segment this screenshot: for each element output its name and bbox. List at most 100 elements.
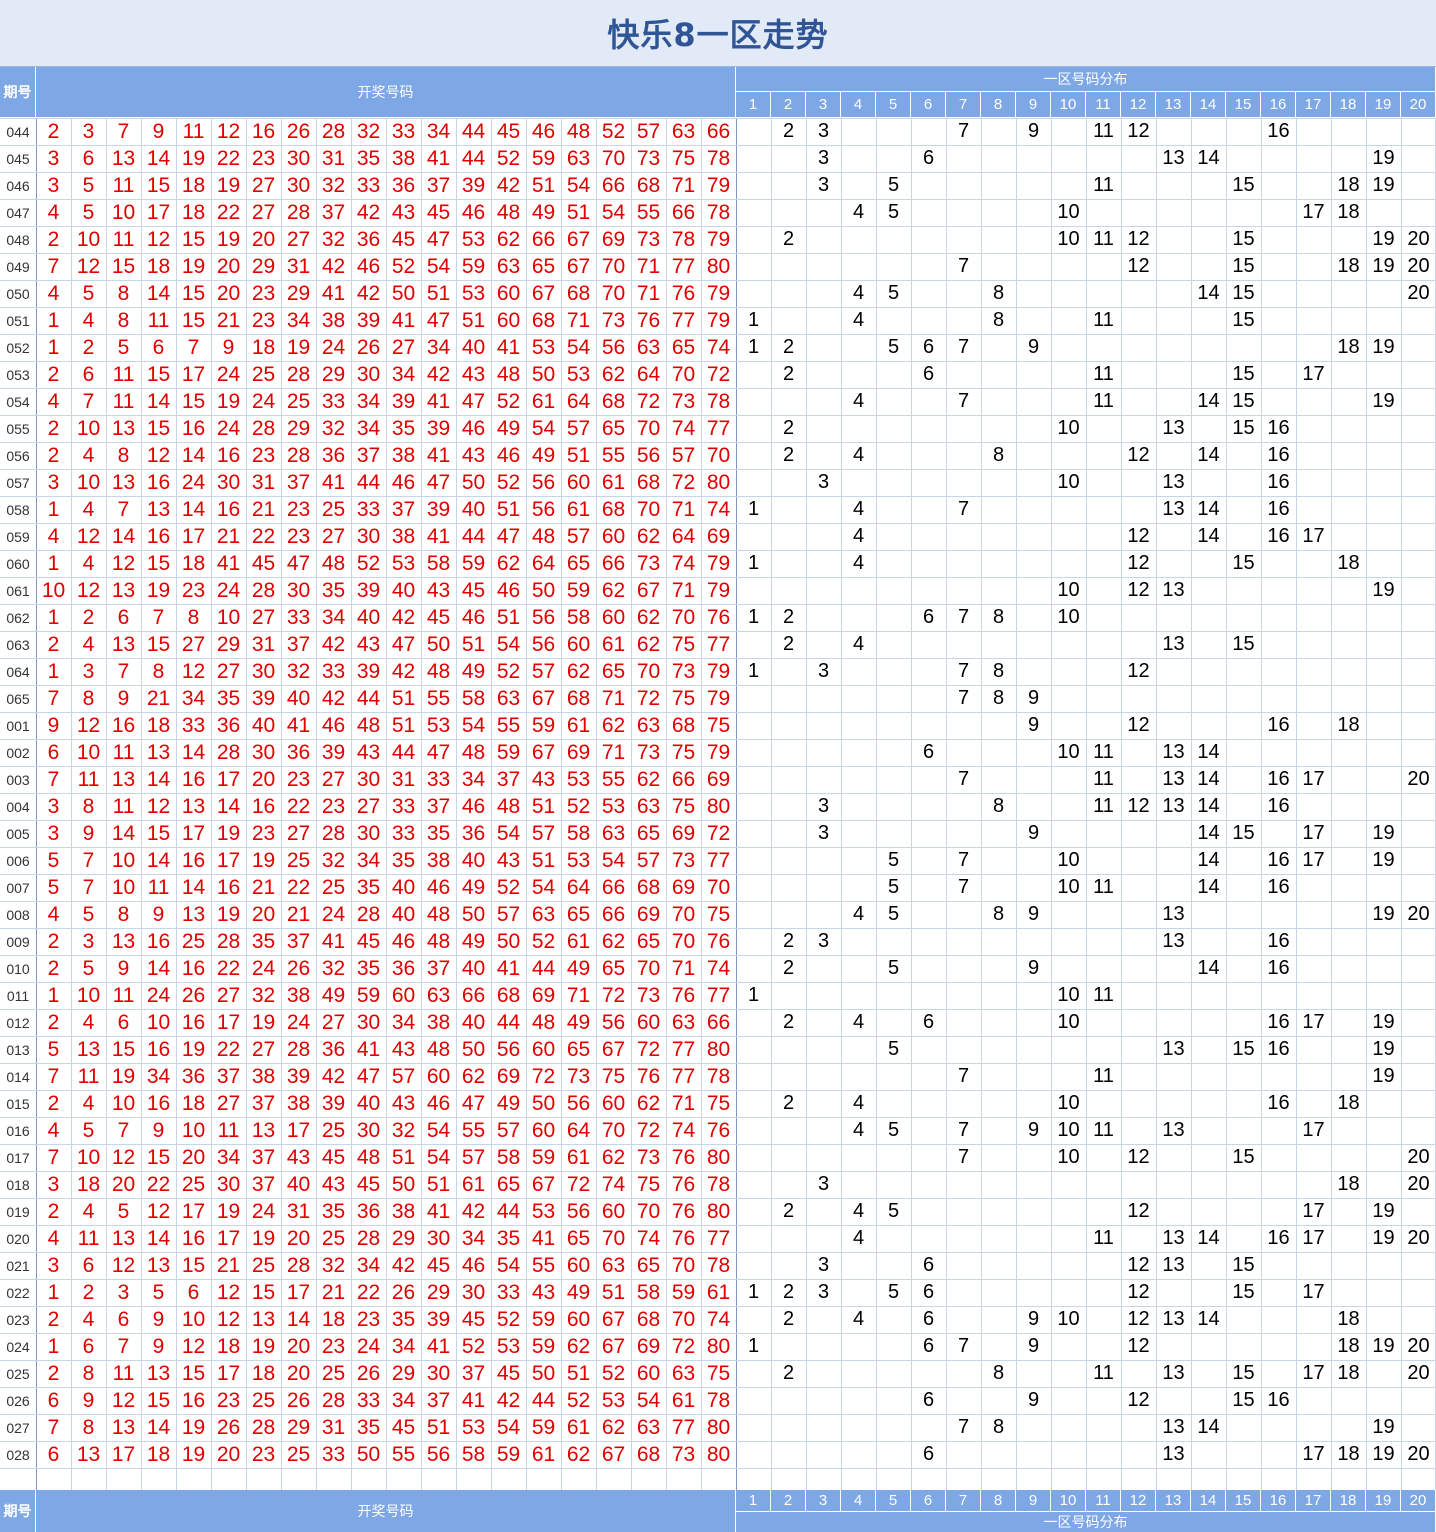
draw-number: 16 [111,713,136,737]
zone-hit-number: 3 [817,120,830,142]
draw-number: 73 [636,551,661,575]
draw-number: 48 [321,551,346,575]
draw-number: 67 [566,227,591,251]
zone-hit-number: 4 [852,1092,865,1114]
draw-number: 50 [531,1361,556,1385]
draw-number: 21 [216,308,241,332]
draw-number: 16 [216,497,241,521]
zone-hit-number: 4 [852,1200,865,1222]
draw-number: 3 [117,1280,130,1304]
draw-number: 73 [671,659,696,683]
zone-hit-number: 19 [1372,1011,1395,1033]
draw-number: 28 [251,1415,276,1439]
draw-number: 64 [566,389,591,413]
draw-number: 62 [566,1442,591,1466]
zone-hit-number: 20 [1407,228,1430,250]
draw-number: 10 [76,470,101,494]
draw-number: 29 [286,281,311,305]
footer-draw-label: 开奖号码 [357,1504,414,1520]
zone-hit-number: 19 [1372,1227,1395,1249]
draw-number: 55 [601,767,626,791]
zone-hit-number: 16 [1267,768,1290,790]
zone-hit-number: 12 [1127,525,1150,547]
zone-header-number: 18 [1331,92,1366,117]
draw-number: 36 [181,1064,206,1088]
draw-number: 17 [216,767,241,791]
header-period-label: 期号 [3,85,32,101]
zone-hit-number: 17 [1302,363,1325,385]
draw-number: 69 [566,740,591,764]
zone-header-number: 9 [1016,1490,1051,1511]
draw-number: 77 [706,416,731,440]
zone-header-number: 5 [876,92,911,117]
zone-hit-number: 16 [1267,795,1290,817]
draw-number: 56 [531,605,556,629]
zone-hit-number: 13 [1162,1038,1185,1060]
zone-hit-number: 19 [1372,255,1395,277]
draw-number: 79 [706,227,731,251]
zone-hit-number: 9 [1027,1335,1040,1357]
zone-hit-number: 10 [1057,1011,1080,1033]
draw-number: 57 [531,821,556,845]
zone-hit-number: 14 [1197,876,1220,898]
draw-number: 8 [82,1415,95,1439]
draw-number: 17 [216,1010,241,1034]
draw-number: 73 [671,389,696,413]
draw-number: 76 [671,1172,696,1196]
zone-hit-number: 7 [957,255,970,277]
draw-number: 30 [356,767,381,791]
draw-number: 15 [181,281,206,305]
draw-number: 26 [391,1280,416,1304]
draw-number: 41 [426,389,451,413]
period-cell: 016 [6,1122,30,1139]
draw-number: 11 [217,1118,240,1142]
period-cell: 064 [6,663,30,680]
draw-number: 39 [461,173,486,197]
draw-number: 52 [566,1388,591,1412]
draw-number: 33 [391,821,416,845]
draw-number: 7 [47,1145,60,1169]
draw-number: 6 [82,362,95,386]
zone-header-number: 6 [911,92,946,117]
draw-number: 42 [496,1388,521,1412]
zone-hit-number: 7 [957,687,970,709]
draw-number: 73 [671,848,696,872]
draw-number: 54 [426,1145,451,1169]
draw-number: 68 [636,1307,661,1331]
draw-number: 7 [117,1118,130,1142]
draw-number: 62 [601,713,626,737]
draw-number: 15 [146,1388,171,1412]
period-cell: 004 [6,798,30,815]
draw-number: 60 [601,1091,626,1115]
draw-number: 12 [76,254,101,278]
zone-hit-number: 4 [852,903,865,925]
draw-number: 37 [426,1388,451,1412]
draw-number: 4 [47,524,60,548]
period-cell: 028 [6,1446,30,1463]
draw-number: 53 [426,713,451,737]
draw-number: 54 [531,416,556,440]
draw-number: 6 [117,1307,130,1331]
draw-number: 24 [146,983,171,1007]
draw-number: 27 [216,1091,241,1115]
draw-number: 69 [531,983,556,1007]
draw-number: 28 [286,362,311,386]
draw-number: 39 [356,659,381,683]
draw-number: 46 [496,443,521,467]
zone-hit-number: 4 [852,309,865,331]
zone-hit-number: 11 [1093,1065,1114,1087]
draw-number: 45 [426,605,451,629]
draw-number: 46 [426,1091,451,1115]
draw-number: 3 [82,119,95,143]
draw-number: 43 [391,1091,416,1115]
draw-number: 40 [461,956,486,980]
zone-hit-number: 16 [1267,444,1290,466]
draw-number: 56 [636,443,661,467]
draw-number: 51 [426,1415,451,1439]
zone-hit-number: 17 [1302,1362,1325,1384]
zone-hit-number: 12 [1127,660,1150,682]
zone-hit-number: 16 [1267,120,1290,142]
draw-number: 42 [321,632,346,656]
zone-hit-number: 16 [1267,957,1290,979]
zone-hit-number: 20 [1407,1227,1430,1249]
